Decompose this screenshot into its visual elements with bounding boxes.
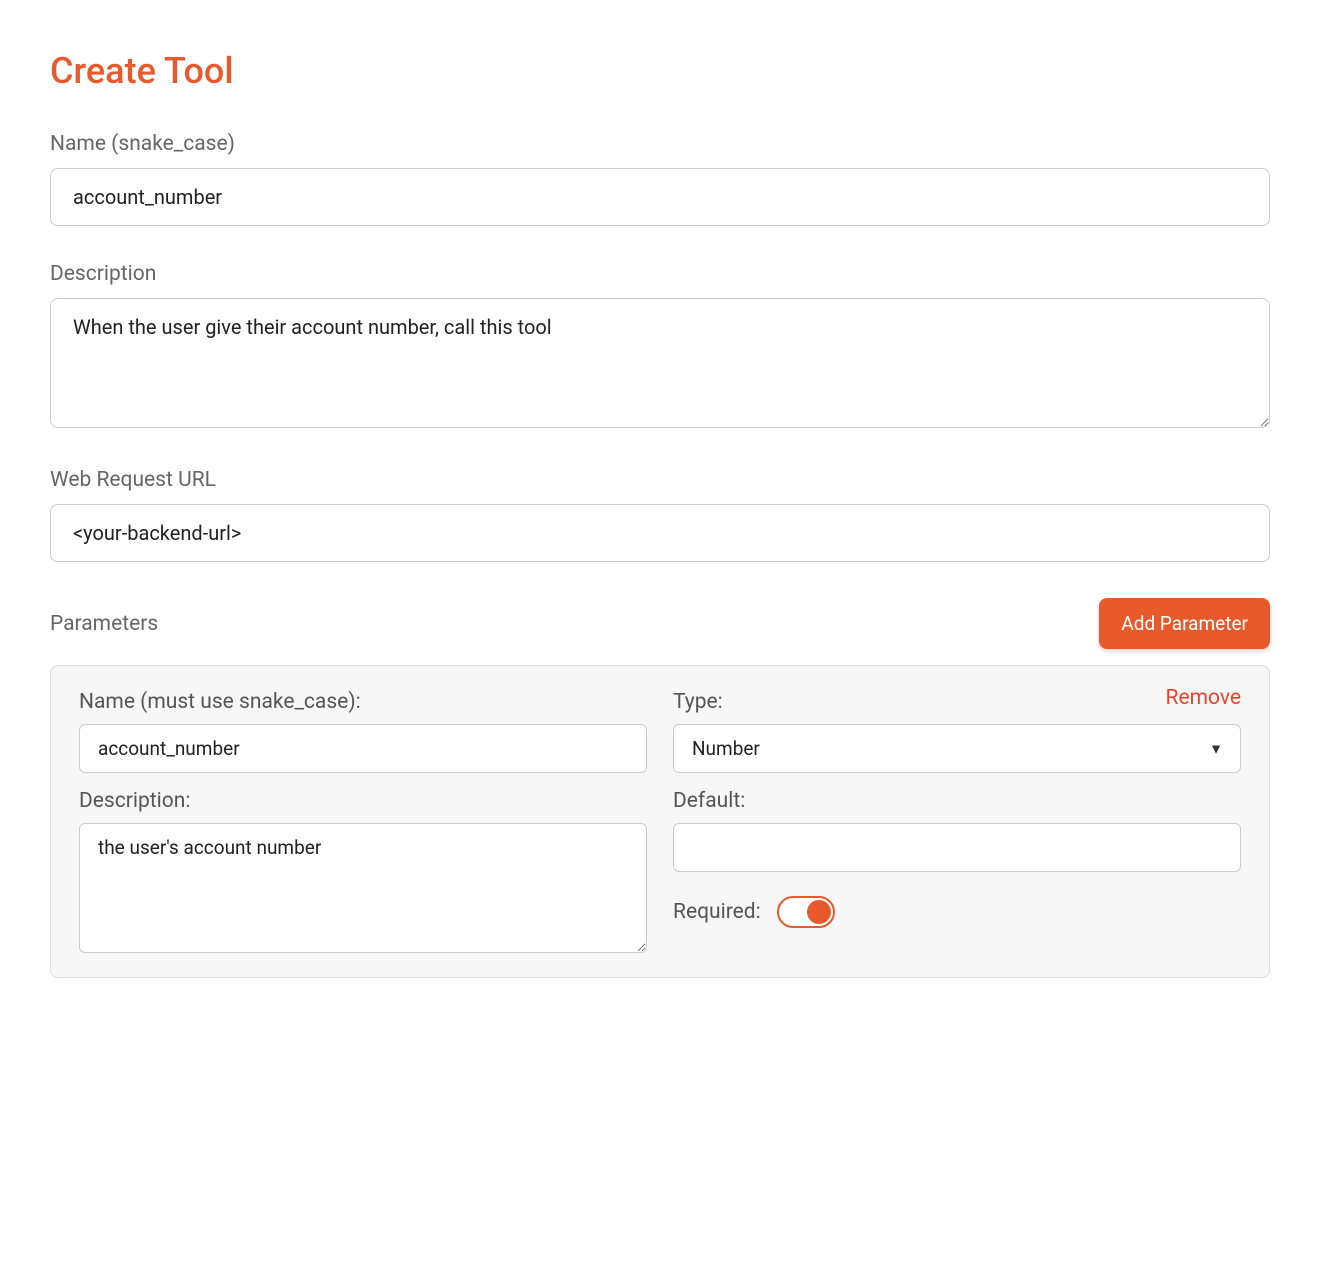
param-default-input[interactable] [673, 823, 1241, 872]
param-type-select-wrapper: Number ▼ [673, 724, 1241, 773]
param-type-select[interactable]: Number [673, 724, 1241, 773]
param-default-label: Default: [673, 789, 1241, 813]
parameters-section-label: Parameters [50, 612, 158, 636]
name-field-group: Name (snake_case) [50, 132, 1270, 226]
param-required-row: Required: [673, 896, 1241, 928]
description-label: Description [50, 262, 1270, 286]
param-description-textarea[interactable]: the user's account number [79, 823, 647, 953]
parameters-header: Parameters Add Parameter [50, 598, 1270, 649]
web-request-url-field-group: Web Request URL [50, 468, 1270, 562]
param-description-label: Description: [79, 789, 647, 813]
parameter-card: Remove Name (must use snake_case): Descr… [50, 665, 1270, 978]
description-field-group: Description When the user give their acc… [50, 262, 1270, 432]
param-name-label: Name (must use snake_case): [79, 690, 647, 714]
param-required-label: Required: [673, 900, 761, 924]
name-input[interactable] [50, 168, 1270, 226]
web-request-url-input[interactable] [50, 504, 1270, 562]
description-textarea[interactable]: When the user give their account number,… [50, 298, 1270, 428]
parameter-right-column: Type: Number ▼ Default: Required: [673, 690, 1241, 953]
add-parameter-button[interactable]: Add Parameter [1099, 598, 1270, 649]
parameter-left-column: Name (must use snake_case): Description:… [79, 690, 647, 953]
param-type-label: Type: [673, 690, 1241, 714]
remove-parameter-button[interactable]: Remove [1166, 686, 1242, 710]
param-name-input[interactable] [79, 724, 647, 773]
toggle-knob-icon [807, 900, 831, 924]
parameter-columns: Name (must use snake_case): Description:… [79, 690, 1241, 953]
page-title: Create Tool [50, 50, 1270, 92]
param-required-toggle[interactable] [777, 896, 835, 928]
name-label: Name (snake_case) [50, 132, 1270, 156]
web-request-url-label: Web Request URL [50, 468, 1270, 492]
